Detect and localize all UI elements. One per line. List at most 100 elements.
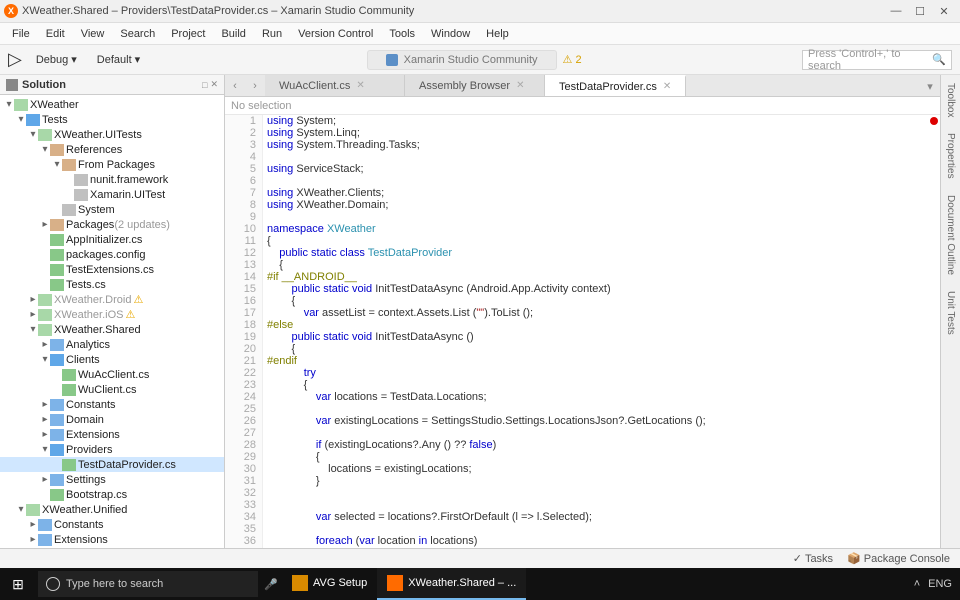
disclosure-icon[interactable]: ▾ (52, 159, 62, 170)
tree-item[interactable]: ▾References (0, 142, 224, 157)
tree-item[interactable]: TestExtensions.cs (0, 262, 224, 277)
menu-edit[interactable]: Edit (38, 26, 73, 42)
pad-opts-icon[interactable]: □ (202, 80, 207, 90)
tree-item[interactable]: ▸Analytics (0, 337, 224, 352)
tree-item[interactable]: AppInitializer.cs (0, 232, 224, 247)
minimize-button[interactable]: — (884, 1, 908, 21)
menubar: FileEditViewSearchProjectBuildRunVersion… (0, 23, 960, 45)
menu-version-control[interactable]: Version Control (290, 26, 381, 42)
tree-item[interactable]: ▸XWeather.Droid⚠ (0, 292, 224, 307)
menu-project[interactable]: Project (163, 26, 213, 42)
solution-tree[interactable]: ▾XWeather▾Tests▾XWeather.UITests▾Referen… (0, 95, 224, 548)
disclosure-icon[interactable]: ▸ (40, 414, 50, 425)
node-label: WuAcClient.cs (78, 369, 149, 381)
tab-dropdown-icon[interactable]: ▾ (920, 76, 940, 96)
disclosure-icon[interactable]: ▸ (28, 534, 38, 545)
tree-item[interactable]: System (0, 202, 224, 217)
tree-item[interactable]: ▸Constants (0, 397, 224, 412)
tree-item[interactable]: ▾Clients (0, 352, 224, 367)
config-debug[interactable]: Debug ▾ (30, 51, 83, 68)
tree-item[interactable]: nunit.framework (0, 172, 224, 187)
system-tray[interactable]: ˄ ENG (906, 578, 960, 590)
tree-item[interactable]: ▸Packages (2 updates) (0, 217, 224, 232)
nav-fwd[interactable]: › (245, 76, 265, 96)
tree-item[interactable]: packages.config (0, 247, 224, 262)
tree-item[interactable]: ▾Tests (0, 112, 224, 127)
editor-tab[interactable]: WuAcClient.cs✕ (265, 75, 405, 96)
mic-icon[interactable]: 🎤 (260, 578, 282, 591)
tree-item[interactable]: WuAcClient.cs (0, 367, 224, 382)
package-console-button[interactable]: 📦 Package Console (847, 552, 950, 565)
tree-item[interactable]: Tests.cs (0, 277, 224, 292)
menu-build[interactable]: Build (213, 26, 253, 42)
breadcrumb[interactable]: No selection (225, 97, 940, 115)
close-tab-icon[interactable]: ✕ (356, 80, 364, 91)
global-search[interactable]: Press 'Control+,' to search 🔍 (802, 50, 952, 70)
tree-item[interactable]: ▸XWeather.iOS⚠ (0, 307, 224, 322)
disclosure-icon[interactable]: ▾ (4, 99, 14, 110)
warnings-badge[interactable]: ⚠ 2 (563, 53, 582, 66)
editor-tab[interactable]: TestDataProvider.cs✕ (545, 75, 686, 96)
tree-item[interactable]: ▾XWeather (0, 97, 224, 112)
disclosure-icon[interactable]: ▾ (28, 129, 38, 140)
tree-item[interactable]: ▾From Packages (0, 157, 224, 172)
menu-help[interactable]: Help (478, 26, 517, 42)
close-button[interactable]: ✕ (932, 1, 956, 21)
tray-chevron-icon[interactable]: ˄ (914, 578, 920, 590)
tree-item[interactable]: ▾XWeather.Unified (0, 502, 224, 517)
disclosure-icon[interactable]: ▾ (28, 324, 38, 335)
disclosure-icon[interactable]: ▸ (40, 429, 50, 440)
tree-item[interactable]: ▸Settings (0, 472, 224, 487)
menu-view[interactable]: View (73, 26, 113, 42)
right-tab-properties[interactable]: Properties (943, 125, 958, 187)
run-button[interactable]: ▷ (8, 49, 22, 70)
close-tab-icon[interactable]: ✕ (516, 80, 524, 91)
disclosure-icon[interactable]: ▸ (40, 399, 50, 410)
editor-tab[interactable]: Assembly Browser✕ (405, 75, 545, 96)
node-icon (50, 219, 64, 231)
right-tab-unit-tests[interactable]: Unit Tests (943, 283, 958, 343)
taskbar-search[interactable]: Type here to search (38, 571, 258, 597)
menu-run[interactable]: Run (254, 26, 290, 42)
disclosure-icon[interactable]: ▾ (16, 114, 26, 125)
disclosure-icon[interactable]: ▸ (40, 219, 50, 230)
tasks-pad-button[interactable]: ✓ Tasks (793, 552, 833, 565)
tree-item[interactable]: ▸Extensions (0, 427, 224, 442)
tree-item[interactable]: WuClient.cs (0, 382, 224, 397)
nav-back[interactable]: ‹ (225, 76, 245, 96)
disclosure-icon[interactable]: ▾ (40, 144, 50, 155)
disclosure-icon[interactable]: ▾ (40, 354, 50, 365)
disclosure-icon[interactable]: ▸ (28, 519, 38, 530)
menu-tools[interactable]: Tools (381, 26, 423, 42)
maximize-button[interactable]: ☐ (908, 1, 932, 21)
tree-item[interactable]: TestDataProvider.cs (0, 457, 224, 472)
tree-item[interactable]: ▸Domain (0, 412, 224, 427)
disclosure-icon[interactable]: ▾ (16, 504, 26, 515)
config-platform[interactable]: Default ▾ (91, 51, 146, 68)
menu-file[interactable]: File (4, 26, 38, 42)
disclosure-icon[interactable]: ▸ (40, 474, 50, 485)
menu-window[interactable]: Window (423, 26, 478, 42)
code-text[interactable]: using System;using System.Linq;using Sys… (263, 115, 940, 548)
tree-item[interactable]: ▾XWeather.UITests (0, 127, 224, 142)
tree-item[interactable]: ▾Providers (0, 442, 224, 457)
tree-item[interactable]: Bootstrap.cs (0, 487, 224, 502)
taskbar-app[interactable]: AVG Setup (282, 568, 377, 600)
tree-item[interactable]: ▾XWeather.Shared (0, 322, 224, 337)
tray-lang[interactable]: ENG (928, 578, 952, 590)
disclosure-icon[interactable]: ▾ (40, 444, 50, 455)
right-tab-toolbox[interactable]: Toolbox (943, 75, 958, 125)
disclosure-icon[interactable]: ▸ (40, 339, 50, 350)
menu-search[interactable]: Search (112, 26, 163, 42)
tree-item[interactable]: ▸Extensions (0, 532, 224, 547)
close-tab-icon[interactable]: ✕ (663, 81, 671, 92)
tree-item[interactable]: ▸Constants (0, 517, 224, 532)
pad-close-icon[interactable]: ✕ (210, 79, 218, 90)
disclosure-icon[interactable]: ▸ (28, 294, 38, 305)
start-button[interactable]: ⊞ (0, 568, 36, 600)
tree-item[interactable]: Xamarin.UITest (0, 187, 224, 202)
taskbar-app[interactable]: XWeather.Shared – ... (377, 568, 526, 600)
right-tab-document-outline[interactable]: Document Outline (943, 187, 958, 283)
disclosure-icon[interactable]: ▸ (28, 309, 38, 320)
code-editor[interactable]: 1234567891011121314151617181920212223242… (225, 115, 940, 548)
